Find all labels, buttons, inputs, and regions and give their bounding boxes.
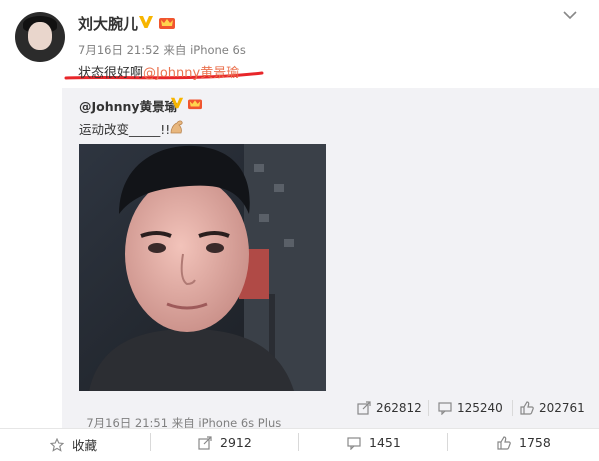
- share-icon: [198, 435, 212, 450]
- repost-stat-divider: [512, 400, 513, 416]
- post-meta: 7月16日 21:52 来自 iPhone 6s: [78, 42, 246, 58]
- vip-crown-icon[interactable]: [158, 14, 176, 30]
- like-button[interactable]: 1758: [497, 435, 551, 450]
- post-source-device[interactable]: iPhone 6s: [190, 43, 246, 57]
- repost-text: 运动改变_____!!: [79, 122, 171, 137]
- avatar-face: [28, 22, 52, 50]
- author-avatar[interactable]: [15, 12, 65, 62]
- action-divider: [447, 433, 448, 451]
- thumbs-up-icon: [497, 435, 511, 450]
- selfie-illustration: [79, 144, 326, 391]
- repost-like-stat[interactable]: 202761: [520, 401, 585, 415]
- repost-verified-icon[interactable]: [170, 96, 184, 110]
- flexed-biceps-emoji-icon: [170, 120, 183, 134]
- repost-comment-count: 125240: [457, 401, 503, 415]
- comment-icon: [438, 402, 452, 415]
- chevron-down-icon[interactable]: [563, 10, 577, 20]
- thumbs-up-icon: [520, 401, 534, 415]
- post-text: 状态很好啊@Johnny黄景瑜: [78, 62, 239, 81]
- share-count: 2912: [220, 435, 252, 450]
- post-mention-link[interactable]: @Johnny黄景瑜: [143, 66, 239, 81]
- repost-share-count: 262812: [376, 401, 422, 415]
- favorite-label: 收藏: [72, 438, 98, 453]
- post-date[interactable]: 7月16日 21:52: [78, 43, 160, 57]
- share-button[interactable]: 2912: [198, 435, 252, 450]
- post-source-prefix: 来自: [163, 43, 187, 57]
- action-divider: [150, 433, 151, 451]
- repost-share-stat[interactable]: 262812: [357, 401, 422, 415]
- author-name[interactable]: 刘大腕儿: [78, 13, 138, 34]
- repost-stat-divider: [428, 400, 429, 416]
- comment-count: 1451: [369, 435, 401, 450]
- verified-icon[interactable]: [138, 14, 154, 30]
- star-icon: [50, 437, 64, 452]
- repost-like-count: 202761: [539, 401, 585, 415]
- repost-author-link[interactable]: @Johnny黄景瑜: [79, 96, 177, 115]
- like-count: 1758: [519, 435, 551, 450]
- share-icon: [357, 401, 371, 415]
- repost-vip-crown-icon[interactable]: [187, 96, 203, 110]
- repost-comment-stat[interactable]: 125240: [438, 401, 503, 415]
- comment-button[interactable]: 1451: [347, 435, 401, 450]
- repost-meta: 7月16日 21:51 来自 iPhone 6s Plus: [79, 401, 281, 431]
- repost-photo[interactable]: [79, 144, 326, 391]
- favorite-button[interactable]: 收藏: [50, 435, 97, 454]
- comment-icon: [347, 436, 361, 450]
- post-body: 状态很好啊: [78, 66, 144, 81]
- action-divider: [298, 433, 299, 451]
